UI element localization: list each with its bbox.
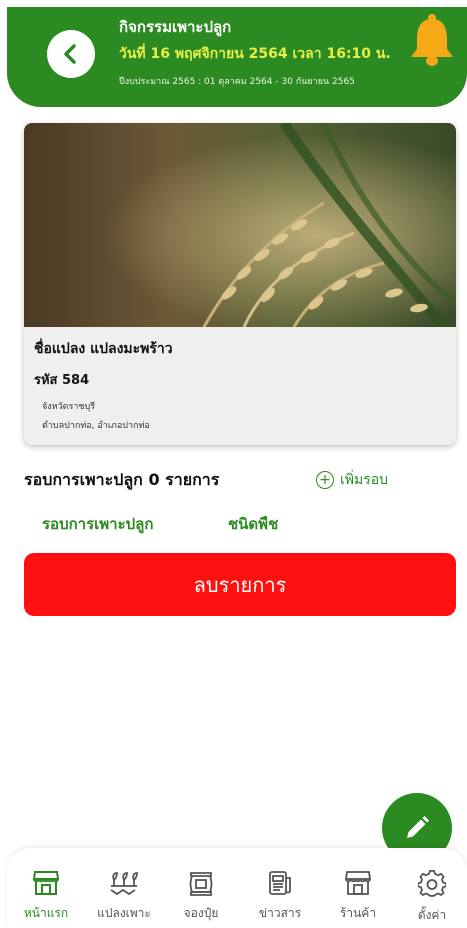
- page-title: กิจกรรมเพาะปลูก: [119, 18, 232, 36]
- nav-item-shop[interactable]: ร้านค้า: [323, 870, 393, 923]
- tab-crop-types[interactable]: ชนิดพืช: [228, 512, 278, 536]
- budget-year: ปีงบประมาณ 2565 : 01 ตุลาคม 2564 - 30 กั…: [119, 77, 355, 87]
- nav-item-plots[interactable]: แปลงเพาะ: [89, 870, 159, 923]
- nav-label-news: ข่าวสาร: [258, 906, 302, 920]
- delete-button[interactable]: ลบรายการ: [24, 553, 456, 616]
- add-round-button[interactable]: + เพิ่มรอบ: [316, 469, 388, 491]
- plot-card[interactable]: ชื่อแปลง แปลงมะพร้าว รหัส 584 จังหวัดราช…: [24, 123, 456, 445]
- nav-item-settings[interactable]: ตั้งค่า: [397, 870, 467, 925]
- plot-name: ชื่อแปลง แปลงมะพร้าว: [34, 341, 173, 357]
- plot-district: ตำบลปากท่อ, อำเภอปากท่อ: [42, 421, 150, 431]
- back-button[interactable]: [47, 30, 95, 78]
- current-date: วันที่ 16 พฤศจิกายน 2564 เวลา 16:10 น.: [119, 46, 391, 62]
- plus-circle-icon: +: [316, 471, 334, 489]
- nav-label-settings: ตั้งค่า: [417, 908, 447, 922]
- rounds-count-title: รอบการเพาะปลูก 0 รายการ: [24, 470, 220, 489]
- bottom-navigation: หน้าแรก แปลงเพาะ จองปุ๋ย ข่าวสาร ร้านค้า…: [7, 848, 467, 928]
- add-round-label: เพิ่มรอบ: [340, 472, 389, 488]
- app-header: กิจกรรมเพาะปลูก วันที่ 16 พฤศจิกายน 2564…: [7, 7, 467, 107]
- plot-code: รหัส 584: [34, 373, 90, 388]
- gear-icon: [418, 870, 446, 897]
- nav-label-plots: แปลงเพาะ: [97, 906, 151, 920]
- rice-field-photo: [24, 123, 456, 327]
- nav-item-home[interactable]: หน้าแรก: [11, 870, 81, 923]
- nav-label-shop: ร้านค้า: [339, 906, 377, 920]
- chevron-left-icon: [64, 44, 76, 64]
- nav-label-fertilizer: จองปุ๋ย: [183, 906, 219, 920]
- sprout-icon: [110, 872, 138, 896]
- nav-label-home: หน้าแรก: [23, 906, 69, 920]
- newspaper-icon: [269, 871, 291, 895]
- fertilizer-bag-icon: [189, 872, 213, 896]
- nav-item-news[interactable]: ข่าวสาร: [245, 870, 315, 923]
- tab-planting-rounds[interactable]: รอบการเพาะปลูก: [42, 512, 153, 536]
- shop-icon: [344, 871, 372, 895]
- nav-item-fertilizer[interactable]: จองปุ๋ย: [166, 870, 236, 923]
- store-icon: [32, 871, 60, 895]
- plot-province: จังหวัดราชบุรี: [42, 402, 96, 412]
- pencil-icon: [407, 816, 429, 838]
- bell-icon[interactable]: [407, 11, 457, 67]
